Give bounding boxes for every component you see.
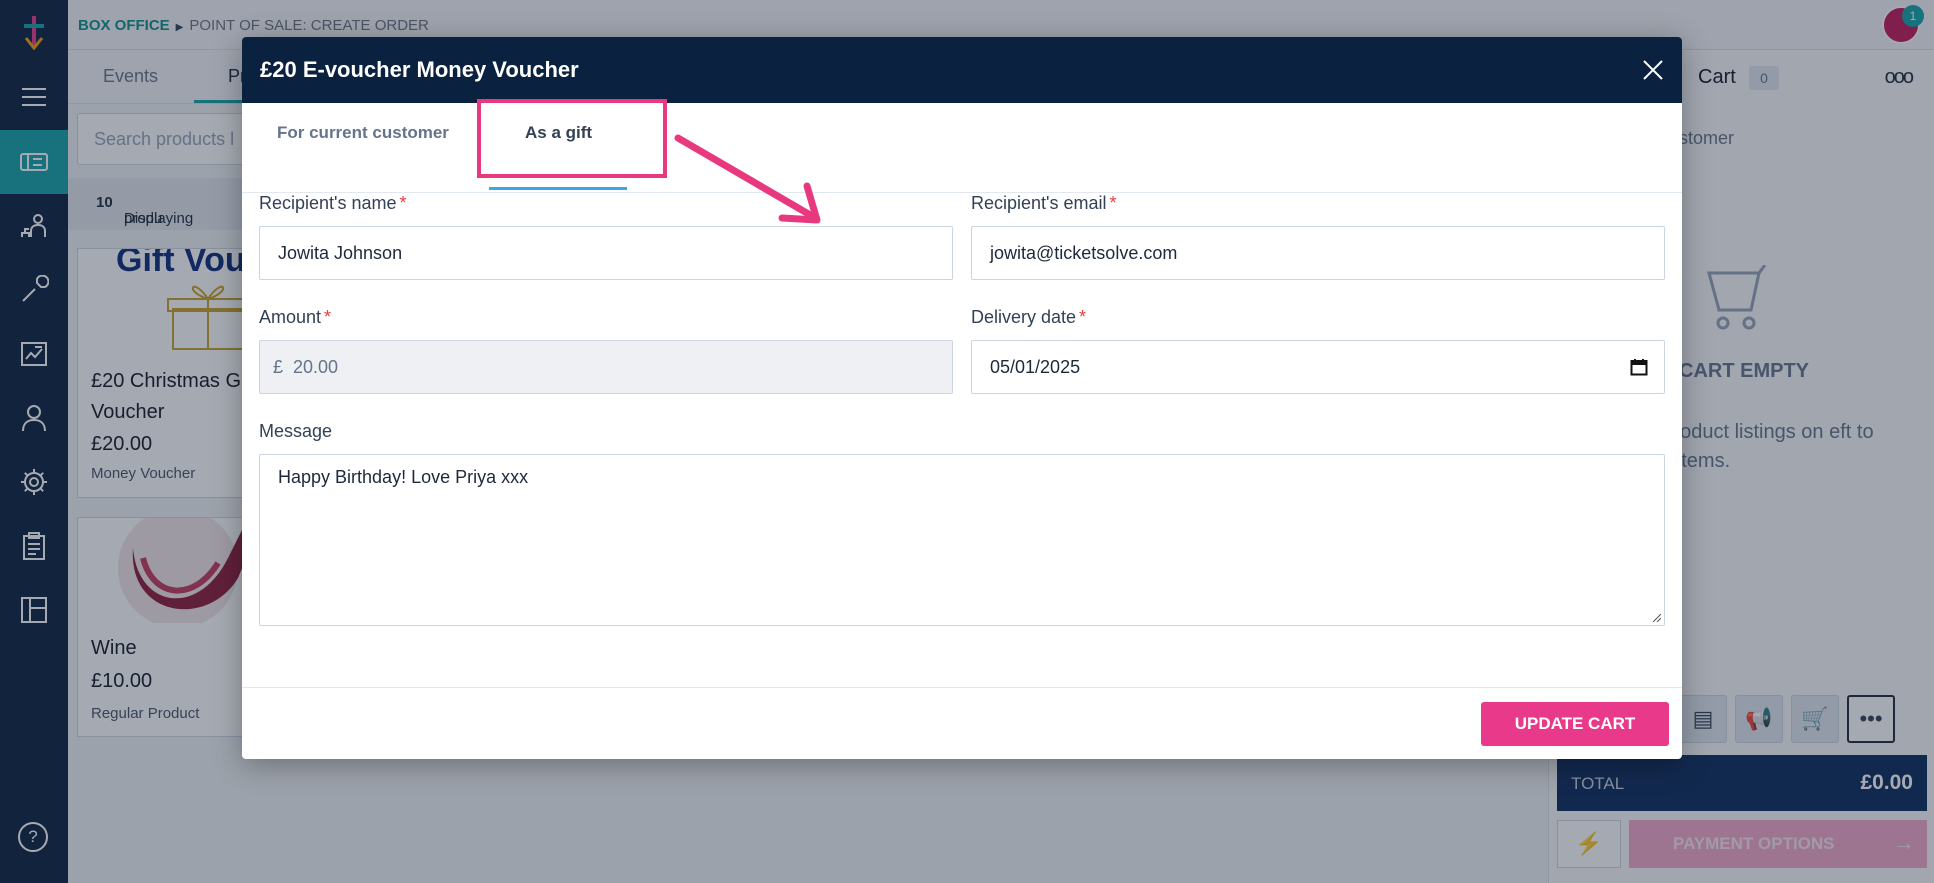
recipient-email-label: Recipient's email * (971, 193, 1117, 213)
annotation-arrow-icon (674, 134, 821, 224)
modal-header: £20 E-voucher Money Voucher (242, 37, 1682, 103)
annotation-highlight-box (477, 99, 667, 178)
message-textarea[interactable]: Happy Birthday! Love Priya xxx (259, 454, 1665, 626)
modal-title: £20 E-voucher Money Voucher (260, 57, 579, 82)
tab-for-current-customer[interactable]: For current customer (277, 123, 449, 143)
recipient-name-field[interactable]: Jowita Johnson (259, 226, 953, 280)
message-label: Message (259, 421, 333, 441)
currency-symbol: £ (273, 357, 284, 377)
voucher-modal: £20 E-voucher Money Voucher For current … (242, 37, 1682, 759)
close-icon[interactable] (1640, 57, 1666, 83)
update-cart-button[interactable]: UPDATE CART (1481, 702, 1669, 746)
resize-grip-icon[interactable] (1651, 612, 1661, 622)
delivery-date-label: Delivery date * (971, 307, 1087, 327)
recipient-name-label: Recipient's name * (259, 193, 407, 213)
delivery-date-field[interactable]: 05/01/2025 (971, 340, 1665, 394)
recipient-email-field[interactable]: jowita@ticketsolve.com (971, 226, 1665, 280)
modal-footer: UPDATE CART (242, 687, 1682, 759)
amount-label: Amount * (259, 307, 332, 327)
active-tab-underline (489, 187, 627, 190)
modal-tabs: For current customer As a gift (242, 103, 1682, 193)
amount-field: £20.00 (259, 340, 953, 394)
calendar-icon[interactable] (1630, 358, 1648, 376)
